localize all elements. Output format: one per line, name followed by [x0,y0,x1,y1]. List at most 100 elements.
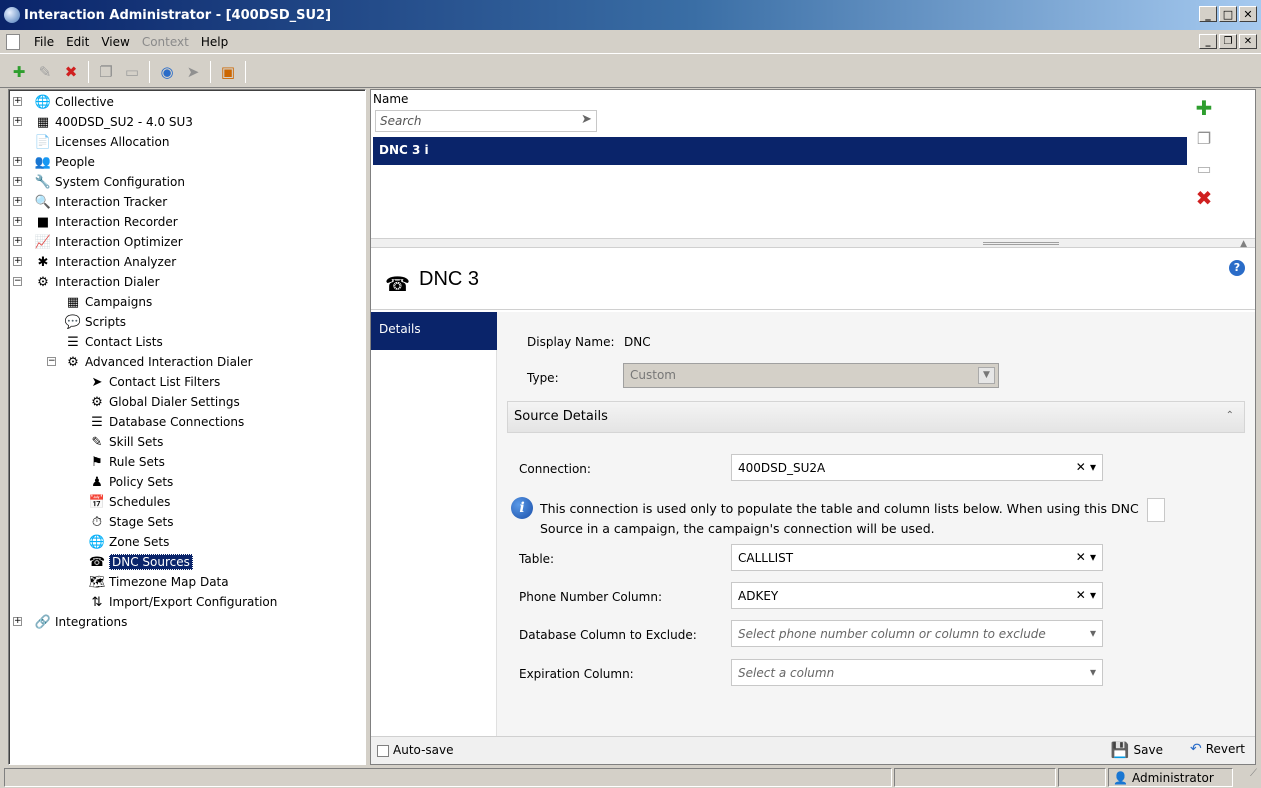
menu-help[interactable]: Help [195,35,234,49]
tree-item[interactable]: ⇅ Import/Export Configuration [9,592,365,612]
menu-view[interactable]: View [95,35,135,49]
expand-icon[interactable]: + [13,217,22,226]
tree-item[interactable]: ☰ Contact Lists [9,332,365,352]
tree-item[interactable]: 🗺 Timezone Map Data [9,572,365,592]
tree-item-label: Advanced Interaction Dialer [85,355,253,369]
expiration-column-placeholder: Select a column [738,666,835,680]
tree-item[interactable]: + 👥 People [9,152,365,172]
list-icon: ☰ [67,334,79,350]
add-icon[interactable]: ✚ [1192,96,1216,120]
chevron-down-icon[interactable]: ▾ [1090,665,1096,679]
server-connect-icon[interactable]: ◉ [156,61,178,83]
paste-icon[interactable]: ▭ [1192,156,1216,180]
expand-icon[interactable]: + [13,97,22,106]
tree-item-label: Interaction Tracker [55,195,168,209]
edit-icon[interactable]: ✎ [34,61,56,83]
menu-file[interactable]: File [28,35,60,49]
connection-select[interactable]: 400DSD_SU2A ✕ ▾ [731,454,1103,481]
clear-dropdown-icon[interactable]: ✕ ▾ [1076,588,1096,602]
maximize-button[interactable]: □ [1219,6,1237,22]
tree-item[interactable]: + ▦ 400DSD_SU2 - 4.0 SU3 [9,112,365,132]
tree-item[interactable]: ✎ Skill Sets [9,432,365,452]
clear-dropdown-icon[interactable]: ✕ ▾ [1076,460,1096,474]
tree-item[interactable]: 📄 Licenses Allocation [9,132,365,152]
mdi-close-button[interactable]: ✕ [1239,34,1257,49]
recorder-icon: ■ [36,214,50,230]
filter-icon[interactable]: ➤ [182,61,204,83]
tree-item[interactable]: ▦ Campaigns [9,292,365,312]
tree-item[interactable]: ➤ Contact List Filters [9,372,365,392]
exclude-column-select[interactable]: Select phone number column or column to … [731,620,1103,647]
clear-dropdown-icon[interactable]: ✕ ▾ [1076,550,1096,564]
expand-icon[interactable]: + [13,617,22,626]
tree-item[interactable]: 💬 Scripts [9,312,365,332]
mdi-minimize-button[interactable]: _ [1199,34,1217,49]
chevron-up-icon[interactable]: ⌃ [1226,410,1234,421]
autosave-label[interactable]: Auto-save [393,743,454,757]
delete-icon[interactable]: ✖ [60,61,82,83]
paste-icon[interactable]: ▭ [121,61,143,83]
tree-item[interactable]: ⏱ Stage Sets [9,512,365,532]
expand-icon[interactable]: + [13,197,22,206]
tree-item-label: Stage Sets [109,515,174,529]
window-title: Interaction Administrator - [400DSD_SU2] [24,7,332,23]
expand-icon[interactable]: + [13,117,22,126]
tree-item[interactable]: + 🔗 Integrations [9,612,365,632]
resize-grip-icon[interactable]: ⟋ [1235,768,1257,787]
tree-item[interactable]: + 🔧 System Configuration [9,172,365,192]
filter-icon[interactable]: ➤ [581,112,592,127]
connection-value: 400DSD_SU2A [738,461,826,475]
save-button[interactable]: 💾 Save [1111,741,1163,759]
expiration-column-select[interactable]: Select a column ▾ [731,659,1103,686]
copy-icon[interactable]: ❐ [1192,126,1216,150]
revert-button[interactable]: ↶ Revert [1190,741,1245,757]
tree-item[interactable]: − ⚙ Advanced Interaction Dialer [9,352,365,372]
advanced-dialer-icon: ⚙ [67,354,79,370]
collapse-icon[interactable]: − [13,277,22,286]
tree-item[interactable]: + 🌐 Collective [9,92,365,112]
properties-icon[interactable]: ▣ [217,61,239,83]
copy-icon[interactable]: ❐ [95,61,117,83]
chevron-down-icon[interactable]: ▾ [1090,626,1096,640]
tree-item[interactable]: ⚑ Rule Sets [9,452,365,472]
tab-details[interactable]: Details [371,312,497,350]
app-icon [4,7,20,23]
tree-item[interactable]: 🌐 Zone Sets [9,532,365,552]
expand-icon[interactable]: + [13,257,22,266]
tree-item[interactable]: ♟ Policy Sets [9,472,365,492]
new-icon[interactable]: ✚ [8,61,30,83]
minimize-button[interactable]: _ [1199,6,1217,22]
tree-item[interactable]: + 📈 Interaction Optimizer [9,232,365,252]
menu-edit[interactable]: Edit [60,35,95,49]
detail-nav: Details [371,312,497,736]
table-value: CALLLIST [738,551,794,565]
help-icon[interactable]: ? [1229,260,1245,276]
expand-icon[interactable]: + [13,157,22,166]
table-select[interactable]: CALLLIST ✕ ▾ [731,544,1103,571]
tree-item[interactable]: ⚙ Global Dialer Settings [9,392,365,412]
tree-item[interactable]: + ✱ Interaction Analyzer [9,252,365,272]
timezone-icon: 🗺 [88,574,106,590]
tree-item[interactable]: + 🔍 Interaction Tracker [9,192,365,212]
collapse-icon[interactable]: − [47,357,56,366]
menu-context[interactable]: Context [136,35,195,49]
policy-icon: ♟ [91,474,103,490]
autosave-checkbox[interactable] [377,745,389,757]
pane-splitter[interactable]: ▲ [371,238,1255,249]
scroll-up-icon[interactable]: ▲ [1240,239,1247,249]
phone-number-column-select[interactable]: ADKEY ✕ ▾ [731,582,1103,609]
mdi-restore-button[interactable]: ❐ [1219,34,1237,49]
expand-icon[interactable]: + [13,177,22,186]
list-column-header[interactable]: Name [373,92,408,106]
tree-item[interactable]: + ■ Interaction Recorder [9,212,365,232]
expand-icon[interactable]: + [13,237,22,246]
tree-item[interactable]: − ⚙ Interaction Dialer [9,272,365,292]
close-button[interactable]: ✕ [1239,6,1257,22]
tree-item[interactable]: ☎ DNC Sources [9,552,365,572]
source-details-section-header[interactable]: Source Details ⌃ [507,401,1245,433]
tree-item[interactable]: ☰ Database Connections [9,412,365,432]
list-item[interactable]: DNC 3 i [373,137,1219,165]
search-input[interactable]: Search [375,110,597,132]
delete-icon[interactable]: ✖ [1192,186,1216,210]
tree-item[interactable]: 📅 Schedules [9,492,365,512]
